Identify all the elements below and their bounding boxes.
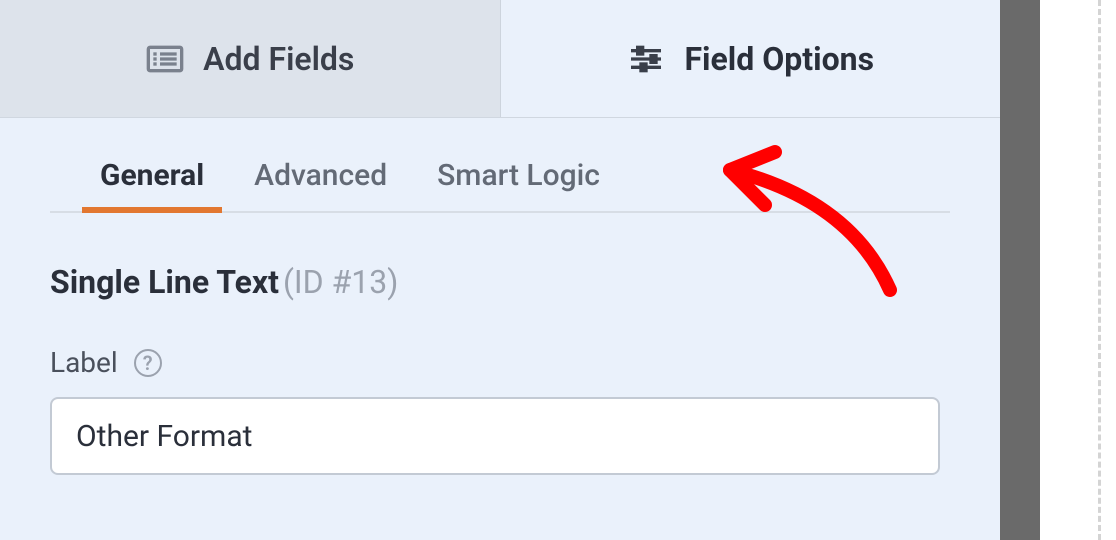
tab-field-options-label: Field Options bbox=[684, 40, 874, 78]
tab-add-fields[interactable]: Add Fields bbox=[0, 0, 501, 117]
field-id: (ID #13) bbox=[283, 263, 398, 301]
list-icon bbox=[145, 39, 185, 79]
sliders-icon bbox=[626, 39, 666, 79]
top-tabs: Add Fields Field Options bbox=[0, 0, 1000, 118]
tab-add-fields-label: Add Fields bbox=[203, 40, 354, 78]
tab-field-options[interactable]: Field Options bbox=[501, 0, 1001, 117]
subtab-advanced[interactable]: Advanced bbox=[254, 158, 387, 211]
label-text: Label bbox=[50, 346, 118, 379]
right-dashed-border bbox=[1098, 0, 1101, 540]
label-row: Label ? bbox=[50, 346, 950, 379]
right-border bbox=[1000, 0, 1040, 540]
field-type-name: Single Line Text bbox=[50, 263, 279, 301]
help-icon[interactable]: ? bbox=[134, 349, 162, 377]
label-input[interactable] bbox=[50, 397, 940, 475]
field-heading: Single Line Text (ID #13) bbox=[50, 263, 950, 301]
subtab-general[interactable]: General bbox=[100, 158, 204, 211]
subtab-smart-logic[interactable]: Smart Logic bbox=[437, 158, 600, 211]
field-options-content: Single Line Text (ID #13) Label ? bbox=[0, 213, 1000, 525]
sub-tabs: General Advanced Smart Logic bbox=[50, 118, 950, 213]
